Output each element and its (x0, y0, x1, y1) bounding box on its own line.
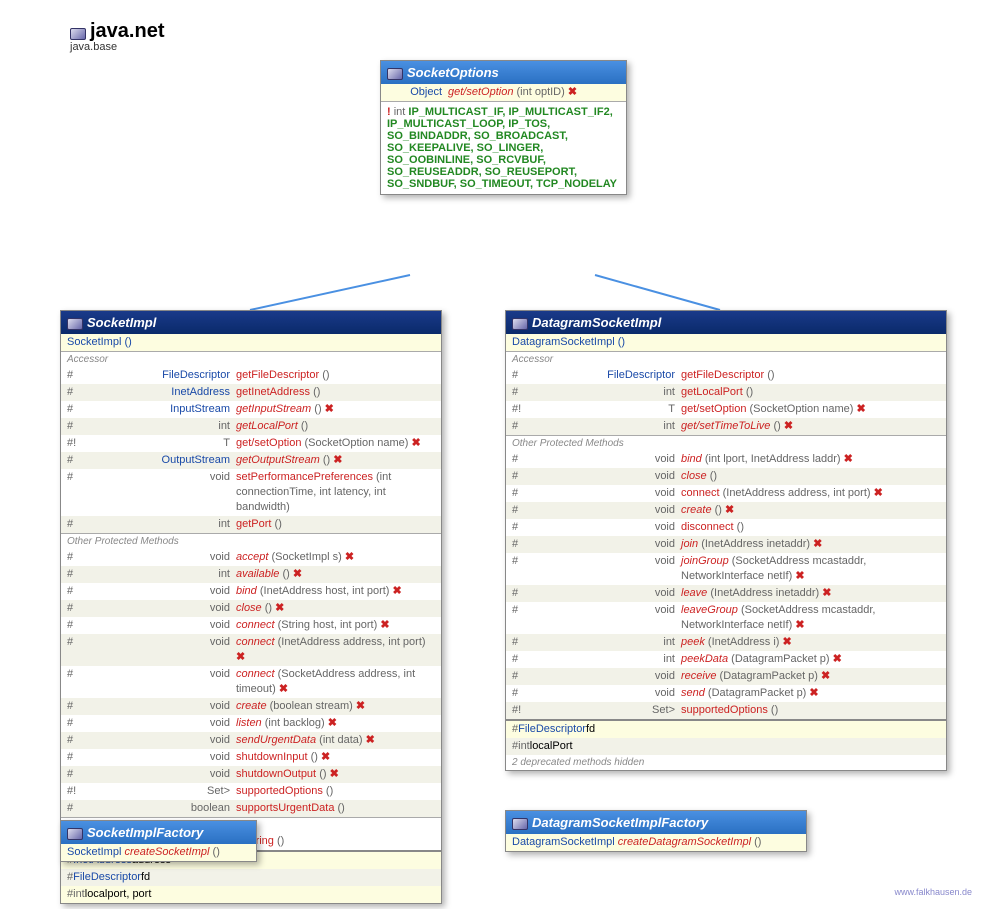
return-type: SocketImpl (67, 845, 121, 860)
section-label: Other Protected Methods (61, 534, 441, 549)
method-row: #voidshutdownInput () ✖ (61, 749, 441, 766)
method-row: #voidleaveGroup (SocketAddress mcastaddr… (506, 602, 946, 634)
credit-link[interactable]: www.falkhausen.de (894, 887, 972, 897)
package-name: java.net (90, 20, 164, 42)
method-row: #voidjoin (InetAddress inetaddr) ✖ (506, 536, 946, 553)
section-label: Accessor (61, 352, 441, 367)
method-row: SocketImpl createSocketImpl () (61, 844, 256, 861)
method-row: #! Set>supportedOptions () (506, 702, 946, 719)
method-row: #voidbind (InetAddress host, int port) ✖ (61, 583, 441, 600)
ctor: DatagramSocketImpl () (512, 335, 625, 350)
field-row: #int localport, port (61, 886, 441, 903)
return-type: Object (387, 85, 448, 100)
method-row: #voidleave (InetAddress inetaddr) ✖ (506, 585, 946, 602)
method-row: #booleansupportsUrgentData () (61, 800, 441, 817)
method-sig: get/setOption (int optID) ✖ (448, 85, 620, 100)
interface-icon (387, 68, 403, 80)
class-title: SocketImpl (87, 315, 156, 330)
class-title: SocketOptions (407, 65, 499, 80)
class-header: SocketImplFactory (61, 821, 256, 844)
method-row: #voidsetPerformancePreferences (int conn… (61, 469, 441, 516)
ctor: SocketImpl () (67, 335, 132, 350)
method-row: #voidreceive (DatagramPacket p) ✖ (506, 668, 946, 685)
method-row: #InputStreamgetInputStream () ✖ (61, 401, 441, 418)
class-title: DatagramSocketImplFactory (532, 815, 708, 830)
method-row: #! Tget/setOption (SocketOption name) ✖ (61, 435, 441, 452)
method-row: Object get/setOption (int optID) ✖ (381, 84, 626, 101)
method-row: #voidclose () (506, 468, 946, 485)
method-row: DatagramSocketImpl createDatagramSocketI… (506, 834, 806, 851)
interface-icon (512, 818, 528, 830)
params: () (754, 835, 761, 850)
method-name: createSocketImpl (124, 845, 209, 860)
class-icon (67, 318, 83, 330)
method-row: #FileDescriptorgetFileDescriptor () (61, 367, 441, 384)
method-row: #intpeek (InetAddress i) ✖ (506, 634, 946, 651)
method-row: #intpeekData (DatagramPacket p) ✖ (506, 651, 946, 668)
method-row: #! Set>supportedOptions () (61, 783, 441, 800)
method-row: #InetAddressgetInetAddress () (61, 384, 441, 401)
class-socket-impl: SocketImpl SocketImpl () Accessor #FileD… (60, 310, 442, 904)
method-row: #voidcreate () ✖ (506, 502, 946, 519)
const-mod: ! (387, 106, 391, 118)
class-datagram-socket-impl-factory: DatagramSocketImplFactory DatagramSocket… (505, 810, 807, 852)
method-name: createDatagramSocketImpl (618, 835, 751, 850)
method-row: #! Tget/setOption (SocketOption name) ✖ (506, 401, 946, 418)
method-row: #OutputStreamgetOutputStream () ✖ (61, 452, 441, 469)
class-header: SocketOptions (381, 61, 626, 84)
constructor-row: DatagramSocketImpl () (506, 334, 946, 351)
constructor-row: SocketImpl () (61, 334, 441, 351)
method-row: #voidconnect (SocketAddress address, int… (61, 666, 441, 698)
field-row: #FileDescriptor fd (61, 869, 441, 886)
method-row: #voidshutdownOutput () ✖ (61, 766, 441, 783)
class-socket-impl-factory: SocketImplFactory SocketImpl createSocke… (60, 820, 257, 862)
method-row: #voidaccept (SocketImpl s) ✖ (61, 549, 441, 566)
class-header: DatagramSocketImplFactory (506, 811, 806, 834)
method-row: #voidconnect (InetAddress address, int p… (61, 634, 441, 666)
method-row: #voidcreate (boolean stream) ✖ (61, 698, 441, 715)
interface-icon (67, 828, 83, 840)
deprecated-note: 2 deprecated methods hidden (506, 755, 946, 770)
method-row: #voidclose () ✖ (61, 600, 441, 617)
method-row: #intget/setTimeToLive () ✖ (506, 418, 946, 435)
class-title: SocketImplFactory (87, 825, 203, 840)
method-row: #voidsendUrgentData (int data) ✖ (61, 732, 441, 749)
class-header: DatagramSocketImpl (506, 311, 946, 334)
constants-list: IP_MULTICAST_IF, IP_MULTICAST_IF2, IP_MU… (387, 106, 617, 190)
package-header: java.net java.base (70, 20, 164, 53)
method-row: #voidconnect (String host, int port) ✖ (61, 617, 441, 634)
params: () (213, 845, 220, 860)
method-row: #voidlisten (int backlog) ✖ (61, 715, 441, 732)
class-icon (512, 318, 528, 330)
method-row: #voidbind (int lport, InetAddress laddr)… (506, 451, 946, 468)
package-icon (70, 28, 86, 40)
method-row: #FileDescriptorgetFileDescriptor () (506, 367, 946, 384)
field-row: #FileDescriptor fd (506, 721, 946, 738)
section-label: Accessor (506, 352, 946, 367)
method-row: #voidjoinGroup (SocketAddress mcastaddr,… (506, 553, 946, 585)
method-row: #voidsend (DatagramPacket p) ✖ (506, 685, 946, 702)
method-row: #intgetLocalPort () (61, 418, 441, 435)
module-name: java.base (70, 41, 164, 53)
class-datagram-socket-impl: DatagramSocketImpl DatagramSocketImpl ()… (505, 310, 947, 771)
class-socket-options: SocketOptions Object get/setOption (int … (380, 60, 627, 195)
return-type: DatagramSocketImpl (512, 835, 615, 850)
method-row: #intgetPort () (61, 516, 441, 533)
constants-block: ! int IP_MULTICAST_IF, IP_MULTICAST_IF2,… (381, 101, 626, 194)
field-row: #int localPort (506, 738, 946, 755)
method-row: #voiddisconnect () (506, 519, 946, 536)
method-row: #intavailable () ✖ (61, 566, 441, 583)
method-row: #intgetLocalPort () (506, 384, 946, 401)
class-title: DatagramSocketImpl (532, 315, 661, 330)
class-header: SocketImpl (61, 311, 441, 334)
section-label: Other Protected Methods (506, 436, 946, 451)
method-row: #voidconnect (InetAddress address, int p… (506, 485, 946, 502)
